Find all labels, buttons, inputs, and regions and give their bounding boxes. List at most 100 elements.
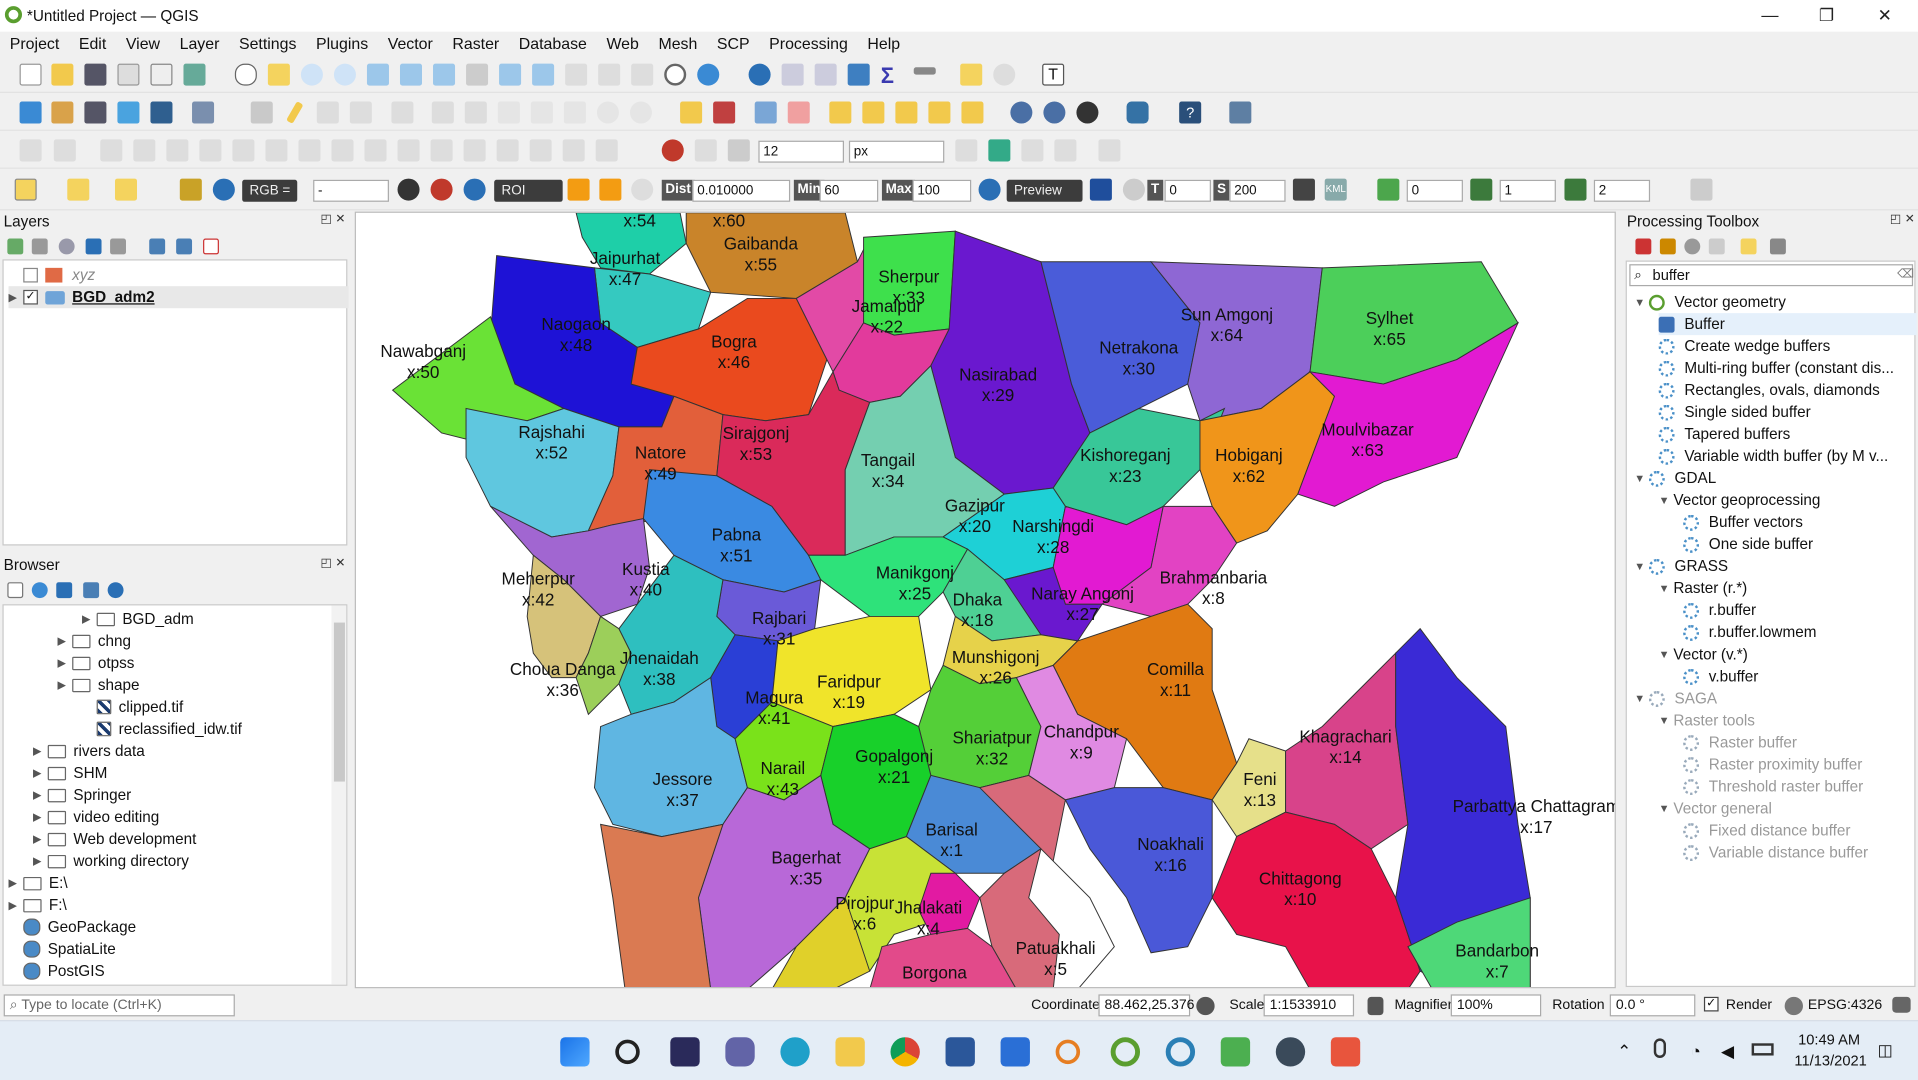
browser-item[interactable]: ▶ otpss: [57, 652, 134, 674]
add-part-icon[interactable]: [133, 139, 156, 162]
filter-expression-icon[interactable]: [110, 238, 126, 255]
toggle-extents-icon[interactable]: [1196, 996, 1215, 1016]
trim-extend-icon[interactable]: [529, 139, 552, 162]
select-features-icon[interactable]: [14, 178, 37, 201]
chevron-up-icon[interactable]: ⌃: [1617, 1041, 1631, 1062]
web-globe-icon[interactable]: [1043, 101, 1066, 124]
task-view-icon[interactable]: [670, 1037, 700, 1067]
annotation-icon[interactable]: [993, 63, 1016, 86]
measure-icon[interactable]: [913, 67, 936, 75]
reshape-icon[interactable]: [265, 139, 288, 162]
save-project-icon[interactable]: [84, 63, 107, 86]
expand-icon[interactable]: ▶: [33, 810, 48, 823]
store-icon[interactable]: [1000, 1037, 1030, 1067]
render-checkbox[interactable]: ✓: [1703, 996, 1719, 1012]
add-ring-icon[interactable]: [100, 139, 123, 162]
split-parts-icon[interactable]: [364, 139, 387, 162]
expand-icon[interactable]: ▶: [57, 634, 72, 647]
scp-value-3-input[interactable]: 2: [1593, 179, 1651, 202]
browser-item[interactable]: SpatiaLite: [9, 938, 116, 960]
menu-vector[interactable]: Vector: [378, 34, 443, 52]
notification-icon[interactable]: ◫: [1878, 1041, 1893, 1061]
lock-scale-icon[interactable]: [1367, 996, 1384, 1016]
browser-item[interactable]: ▶ video editing: [33, 806, 159, 828]
scp-classification-icon[interactable]: [1089, 178, 1112, 201]
delete-part-icon[interactable]: [232, 139, 255, 162]
collapse-icon[interactable]: ▼: [1634, 560, 1649, 572]
algorithm-item[interactable]: r.buffer.lowmem: [1683, 621, 1816, 643]
kml-icon[interactable]: KML: [1324, 178, 1347, 201]
min-input[interactable]: 60: [819, 179, 879, 202]
intersection-icon[interactable]: [1021, 139, 1044, 162]
filter-icon[interactable]: [56, 582, 73, 599]
current-edits-icon[interactable]: [250, 101, 273, 124]
collapse-icon[interactable]: ▼: [1659, 648, 1674, 660]
show-labels-icon[interactable]: [787, 101, 810, 124]
rotate-symbols-icon[interactable]: [463, 139, 486, 162]
max-input[interactable]: 100: [912, 179, 972, 202]
algorithm-item[interactable]: Buffer vectors: [1683, 511, 1803, 533]
topological-editing-icon[interactable]: [955, 139, 978, 162]
scp-roi-zoom-icon[interactable]: [463, 178, 486, 201]
scp-settings-icon[interactable]: [1690, 178, 1713, 201]
merge-features-icon[interactable]: [397, 139, 420, 162]
expand-icon[interactable]: ▶: [33, 832, 48, 845]
scp-remove-icon[interactable]: [1292, 178, 1315, 201]
shape-digitize-icon[interactable]: [53, 139, 76, 162]
magnifier-input[interactable]: 100%: [1450, 994, 1542, 1017]
browser-item[interactable]: ▶ working directory: [33, 850, 189, 872]
close-button[interactable]: ✕: [1878, 5, 1892, 26]
s-input[interactable]: 200: [1229, 179, 1286, 202]
open-layer-styling-icon[interactable]: [7, 238, 24, 255]
browser-item[interactable]: ▶ rivers data: [33, 740, 145, 762]
text-annotation-icon[interactable]: T: [1042, 63, 1065, 86]
rotation-input[interactable]: 0.0 °: [1609, 994, 1696, 1017]
add-roi-icon[interactable]: [599, 178, 622, 201]
vertex-tool-icon[interactable]: [391, 101, 414, 124]
add-csv-icon[interactable]: [150, 101, 173, 124]
statistics-icon[interactable]: Σ: [881, 64, 903, 88]
pin-labels-icon[interactable]: [754, 101, 777, 124]
cut-features-icon[interactable]: [497, 101, 520, 124]
algorithm-item[interactable]: Single sided buffer: [1658, 401, 1811, 423]
open-project-icon[interactable]: [51, 63, 74, 86]
zoom-next-icon[interactable]: [532, 63, 555, 86]
algorithm-item[interactable]: Buffer: [1658, 313, 1917, 336]
algorithm-item[interactable]: Threshold raster buffer: [1683, 775, 1863, 797]
locate-input[interactable]: ⌕ Type to locate (Ctrl+K): [3, 994, 235, 1017]
browser-item[interactable]: clipped.tif: [82, 696, 183, 718]
algorithm-item[interactable]: Multi-ring buffer (constant dis...: [1658, 357, 1894, 379]
reverse-line-icon[interactable]: [595, 139, 618, 162]
temporal-controller-icon[interactable]: [664, 63, 687, 86]
zoom-in-icon[interactable]: [300, 63, 323, 86]
collapse-icon[interactable]: ▼: [1659, 714, 1674, 726]
clock-date[interactable]: 11/13/2021: [1794, 1052, 1866, 1069]
remove-layer-icon[interactable]: [203, 238, 219, 255]
snapping-type-icon[interactable]: [694, 139, 717, 162]
models-icon[interactable]: [1635, 238, 1652, 255]
save-edits-icon[interactable]: [316, 101, 339, 124]
menu-raster[interactable]: Raster: [443, 34, 509, 52]
refresh-icon[interactable]: [31, 582, 48, 599]
expand-icon[interactable]: ▶: [57, 678, 72, 691]
browser-item[interactable]: ▶ chng: [57, 630, 131, 652]
chrome-icon[interactable]: [890, 1037, 920, 1067]
browser-item[interactable]: reclassified_idw.tif: [82, 718, 242, 740]
change-label-icon[interactable]: [895, 101, 918, 124]
info-icon[interactable]: [107, 582, 124, 599]
microphone-icon[interactable]: [1653, 1038, 1666, 1058]
scale-select[interactable]: 1:1533910: [1263, 994, 1355, 1017]
rotate-label-icon[interactable]: [862, 101, 885, 124]
browser-item[interactable]: ▶ shape: [57, 674, 139, 696]
undo-icon[interactable]: [596, 101, 619, 124]
zoom-last-icon[interactable]: [499, 63, 522, 86]
edit-features-in-place-icon[interactable]: [1740, 238, 1757, 255]
add-group-icon[interactable]: [31, 238, 48, 255]
browser-item[interactable]: ▶ F:\: [9, 894, 67, 916]
menu-view[interactable]: View: [116, 34, 170, 52]
redo-icon[interactable]: [629, 101, 652, 124]
browser-item[interactable]: ▶ Web development: [33, 828, 196, 850]
options-icon[interactable]: [1769, 238, 1786, 255]
select-by-value-icon[interactable]: [67, 178, 90, 201]
layer-checkbox[interactable]: ✓: [23, 289, 38, 305]
